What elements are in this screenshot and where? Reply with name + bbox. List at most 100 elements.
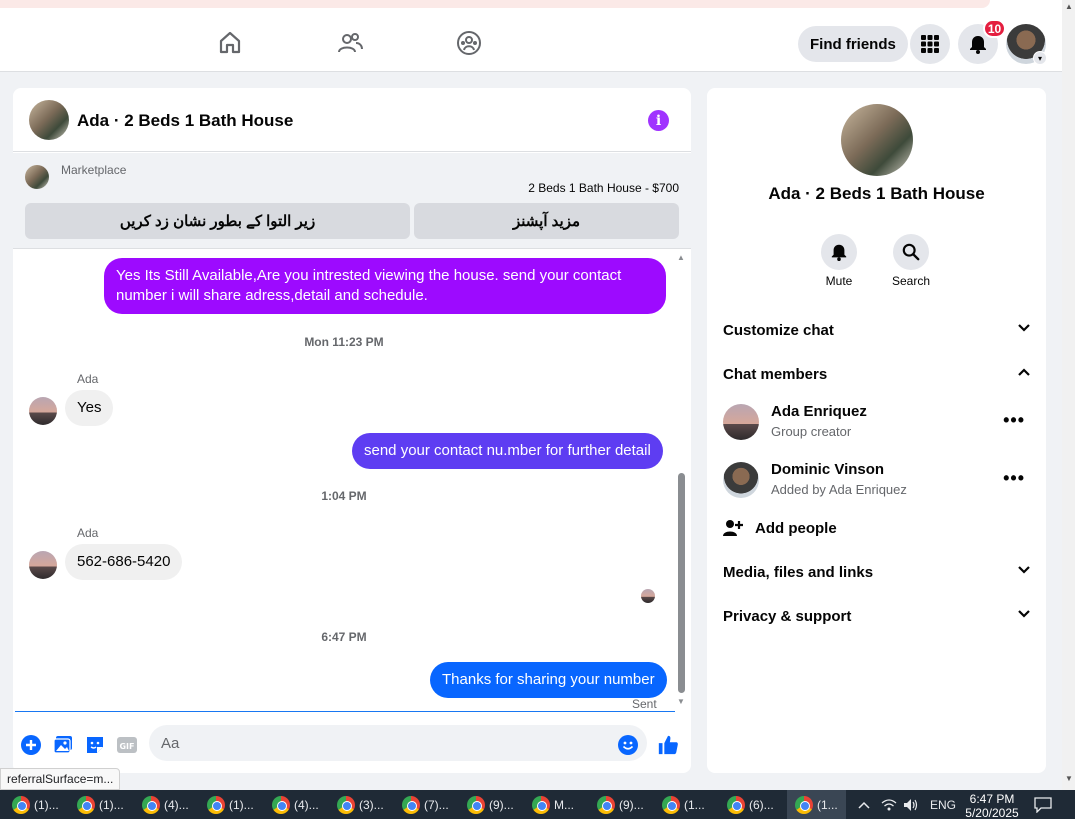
- svg-text:GIF: GIF: [119, 742, 134, 751]
- clock-time: 6:47 PM: [969, 792, 1015, 806]
- media-files-links-label: Media, files and links: [723, 563, 874, 581]
- page-scrollbar[interactable]: ▲ ▼: [1062, 0, 1075, 790]
- sender-avatar[interactable]: [29, 551, 57, 579]
- top-strip-bar: [0, 0, 990, 8]
- message-incoming[interactable]: Yes: [65, 390, 114, 426]
- menu-grid-icon[interactable]: [910, 24, 950, 64]
- taskbar-chrome-window[interactable]: (1)...: [207, 790, 254, 819]
- message-outgoing[interactable]: Thanks for sharing your number: [430, 662, 667, 698]
- taskbar-chrome-window[interactable]: (1...: [662, 790, 705, 819]
- member-name[interactable]: Ada Enriquez: [771, 403, 867, 420]
- chat-title[interactable]: Ada · 2 Beds 1 Bath House: [77, 111, 293, 131]
- scroll-down-icon[interactable]: ▼: [677, 697, 685, 706]
- privacy-support-label: Privacy & support: [723, 607, 852, 625]
- message-outgoing[interactable]: Yes Its Still Available,Are you intreste…: [104, 258, 666, 314]
- listing-thumbnail[interactable]: [29, 100, 69, 140]
- top-nav: Find friends 10 ▾: [0, 16, 1062, 72]
- notification-center-icon[interactable]: [1034, 790, 1052, 819]
- more-options-button[interactable]: مزید آپشنز: [414, 203, 679, 239]
- chat-scroll-thumb[interactable]: [678, 473, 685, 693]
- message-outgoing[interactable]: send your contact nu.mber for further de…: [352, 433, 663, 469]
- member-avatar[interactable]: [723, 404, 759, 440]
- show-hidden-icons-chevron-up-icon[interactable]: [858, 790, 870, 819]
- emoji-icon[interactable]: [617, 734, 639, 756]
- taskbar-chrome-window[interactable]: (1)...: [12, 790, 59, 819]
- member-row[interactable]: Ada Enriquez Group creator •••: [723, 400, 1031, 444]
- privacy-support-section[interactable]: Privacy & support: [723, 601, 1031, 631]
- plus-icon[interactable]: [20, 734, 42, 756]
- timestamp: 1:04 PM: [321, 489, 367, 503]
- taskbar-chrome-window[interactable]: (1)...: [77, 790, 124, 819]
- volume-speaker-icon[interactable]: [903, 790, 919, 819]
- conversation-photo[interactable]: [841, 104, 913, 176]
- browser-top-strip: [0, 0, 1062, 16]
- more-options-icon[interactable]: •••: [1003, 468, 1025, 489]
- taskbar-chrome-window[interactable]: (9)...: [467, 790, 514, 819]
- taskbar-chrome-window[interactable]: (6)...: [727, 790, 774, 819]
- listing-price[interactable]: 2 Beds 1 Bath House - $700: [528, 181, 679, 195]
- marketplace-label: Marketplace: [61, 163, 127, 177]
- chat-scrollbar[interactable]: ▲ ▼: [675, 251, 687, 711]
- add-person-icon: [723, 518, 743, 538]
- more-options-icon[interactable]: •••: [1003, 410, 1025, 431]
- sticker-icon[interactable]: [84, 734, 106, 756]
- taskbar-chrome-window[interactable]: M...: [532, 790, 574, 819]
- sender-name: Ada: [77, 526, 99, 540]
- member-role: Group creator: [771, 424, 852, 439]
- link-status-tooltip: referralSurface=m...: [0, 768, 121, 790]
- customize-chat-label: Customize chat: [723, 321, 834, 339]
- taskbar-chrome-window[interactable]: (9)...: [597, 790, 644, 819]
- search-label: Search: [891, 274, 931, 288]
- home-icon[interactable]: [215, 28, 245, 58]
- scroll-up-icon[interactable]: ▲: [1065, 2, 1073, 11]
- member-row[interactable]: Dominic Vinson Added by Ada Enriquez •••: [723, 458, 1031, 502]
- chat-header: Ada · 2 Beds 1 Bath House i: [13, 88, 691, 152]
- media-files-links-section[interactable]: Media, files and links: [723, 557, 1031, 587]
- taskbar-chrome-window[interactable]: (3)...: [337, 790, 384, 819]
- chrome-icon: [597, 795, 615, 814]
- chat-members-section[interactable]: Chat members: [723, 359, 1031, 389]
- network-wifi-icon[interactable]: [881, 790, 897, 819]
- message-input[interactable]: [149, 725, 647, 761]
- conversation-title: Ada · 2 Beds 1 Bath House: [768, 184, 985, 203]
- clock-date: 5/20/2025: [965, 806, 1019, 819]
- chrome-icon: [142, 795, 160, 814]
- add-people-button[interactable]: Add people: [723, 516, 837, 540]
- taskbar-chrome-window[interactable]: (4)...: [272, 790, 319, 819]
- friends-icon[interactable]: [335, 28, 365, 58]
- marketplace-banner: Marketplace 2 Beds 1 Bath House - $700 ز…: [13, 153, 691, 249]
- like-thumbs-up-icon[interactable]: [657, 734, 679, 756]
- taskbar-chrome-window[interactable]: (7)...: [402, 790, 449, 819]
- message-incoming[interactable]: 562-686-5420: [65, 544, 183, 580]
- windows-taskbar: (1)... (1)... (4)... (1)... (4)... (3)..…: [0, 790, 1075, 819]
- find-friends-button[interactable]: Find friends: [798, 26, 908, 62]
- add-people-label: Add people: [755, 519, 837, 537]
- system-clock[interactable]: 6:47 PM 5/20/2025: [962, 792, 1022, 819]
- conversation-details-panel: Ada · 2 Beds 1 Bath House Mute Search Cu…: [707, 88, 1046, 773]
- taskbar-chrome-window[interactable]: (4)...: [142, 790, 189, 819]
- sender-avatar[interactable]: [29, 397, 57, 425]
- chat-members-label: Chat members: [723, 365, 828, 383]
- input-language[interactable]: ENG: [930, 790, 956, 819]
- scroll-down-icon[interactable]: ▼: [1065, 774, 1073, 783]
- groups-icon[interactable]: [454, 28, 484, 58]
- chrome-icon: [207, 795, 225, 814]
- chrome-icon: [272, 795, 290, 814]
- customize-chat-section[interactable]: Customize chat: [723, 315, 1031, 345]
- member-name[interactable]: Dominic Vinson: [771, 461, 884, 478]
- search-icon[interactable]: [893, 234, 929, 270]
- taskbar-chrome-window-active[interactable]: (1...: [787, 790, 846, 819]
- chevron-down-icon: [1017, 321, 1031, 339]
- member-avatar[interactable]: [723, 462, 759, 498]
- notification-badge: 10: [983, 19, 1006, 38]
- chrome-icon: [795, 795, 813, 814]
- message-composer: GIF: [13, 712, 691, 772]
- photo-icon[interactable]: [52, 734, 74, 756]
- mark-pending-button[interactable]: زیر التوا کے بطور نشان زد کریں: [25, 203, 410, 239]
- gif-icon[interactable]: GIF: [116, 734, 138, 756]
- scroll-up-icon[interactable]: ▲: [677, 253, 685, 262]
- info-icon[interactable]: i: [648, 110, 669, 131]
- account-chevron-down-icon[interactable]: ▾: [1033, 51, 1047, 65]
- mute-bell-icon[interactable]: [821, 234, 857, 270]
- read-receipt-avatar: [641, 589, 655, 603]
